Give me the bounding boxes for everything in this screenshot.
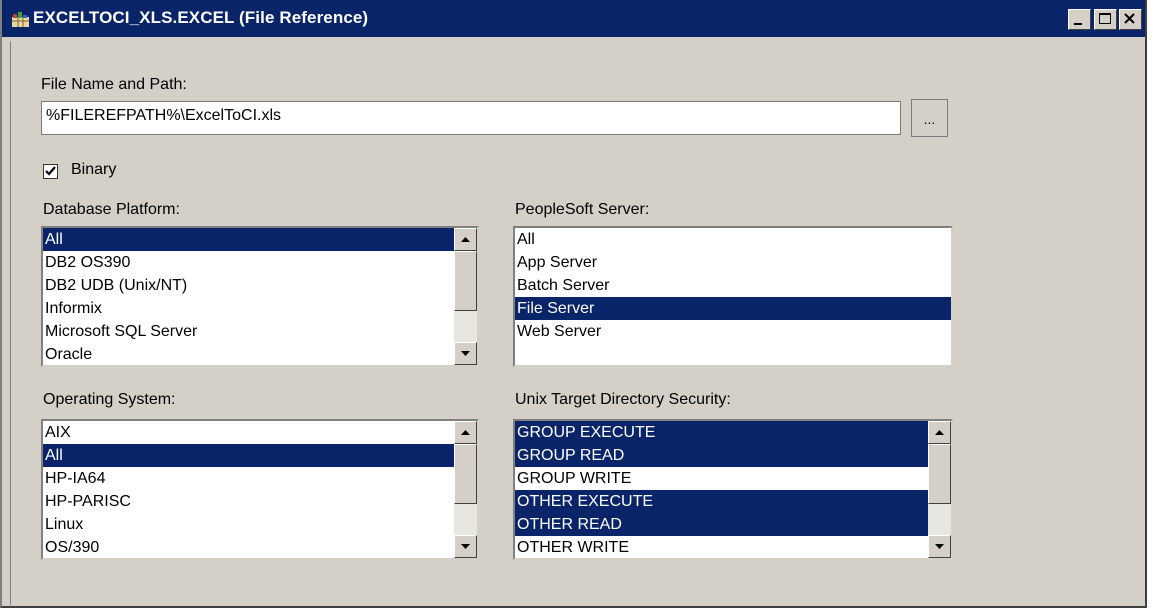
operating-system-scrollbar[interactable]	[454, 421, 477, 558]
list-item[interactable]: File Server	[515, 297, 951, 320]
close-button[interactable]	[1119, 9, 1142, 30]
database-platform-list[interactable]: All DB2 OS390 DB2 UDB (Unix/NT) Informix Mic…	[41, 226, 479, 367]
scroll-down-button[interactable]	[454, 535, 477, 558]
list-item[interactable]: Oracle	[43, 343, 454, 365]
close-icon	[1124, 13, 1135, 24]
scroll-up-button[interactable]	[454, 421, 477, 444]
list-item[interactable]: Linux	[43, 513, 454, 536]
list-item[interactable]: DB2 UDB (Unix/NT)	[43, 274, 454, 297]
maximize-button[interactable]	[1094, 9, 1117, 30]
list-item[interactable]: All	[43, 228, 454, 251]
list-item[interactable]: HP-IA64	[43, 467, 454, 490]
list-item[interactable]: Web Server	[515, 320, 951, 343]
list-item[interactable]: OTHER READ	[515, 513, 928, 536]
list-item[interactable]: AIX	[43, 421, 454, 444]
scroll-thumb[interactable]	[454, 251, 477, 311]
arrow-down-icon	[935, 544, 944, 549]
list-item[interactable]: All	[515, 228, 951, 251]
scroll-thumb[interactable]	[928, 444, 951, 504]
database-platform-label: Database Platform:	[43, 201, 180, 218]
list-item[interactable]: GROUP READ	[515, 444, 928, 467]
app-icon	[12, 12, 29, 27]
file-reference-window: EXCELTOCI_XLS.EXCEL (File Reference) Fil…	[0, 0, 1147, 608]
unix-security-list[interactable]: GROUP EXECUTE GROUP READ GROUP WRITE OTHER …	[513, 419, 953, 560]
minimize-icon	[1074, 23, 1082, 25]
file-name-label: File Name and Path:	[41, 76, 187, 93]
list-item[interactable]: App Server	[515, 251, 951, 274]
operating-system-label: Operating System:	[43, 391, 176, 408]
arrow-down-icon	[461, 351, 470, 356]
binary-label: Binary	[71, 161, 117, 178]
peoplesoft-server-list[interactable]: All App Server Batch Server File Server Web …	[513, 226, 953, 367]
scroll-up-button[interactable]	[454, 228, 477, 251]
list-item[interactable]: OS/390	[43, 536, 454, 558]
arrow-up-icon	[461, 430, 470, 435]
scroll-thumb[interactable]	[454, 444, 477, 504]
list-item[interactable]: GROUP EXECUTE	[515, 421, 928, 444]
scroll-up-button[interactable]	[928, 421, 951, 444]
unix-security-scrollbar[interactable]	[928, 421, 951, 558]
list-item[interactable]: Microsoft SQL Server	[43, 320, 454, 343]
unix-security-label: Unix Target Directory Security:	[515, 391, 731, 408]
list-item[interactable]: Batch Server	[515, 274, 951, 297]
window-title: EXCELTOCI_XLS.EXCEL (File Reference)	[33, 8, 369, 27]
list-item[interactable]: OTHER EXECUTE	[515, 490, 928, 513]
list-item[interactable]: HP-PARISC	[43, 490, 454, 513]
list-item[interactable]: Informix	[43, 297, 454, 320]
arrow-down-icon	[461, 544, 470, 549]
maximize-icon	[1099, 13, 1111, 24]
operating-system-list[interactable]: AIX All HP-IA64 HP-PARISC Linux OS/390	[41, 419, 479, 560]
list-item[interactable]: OTHER WRITE	[515, 536, 928, 558]
database-platform-scrollbar[interactable]	[454, 228, 477, 365]
arrow-up-icon	[935, 430, 944, 435]
checkmark-icon	[45, 166, 56, 176]
scroll-down-button[interactable]	[928, 535, 951, 558]
scroll-down-button[interactable]	[454, 342, 477, 365]
file-path-input[interactable]: %FILEREFPATH%\ExcelToCI.xls	[41, 101, 901, 135]
list-item[interactable]: DB2 OS390	[43, 251, 454, 274]
browse-button[interactable]: ...	[911, 99, 948, 137]
arrow-up-icon	[461, 237, 470, 242]
title-bar[interactable]: EXCELTOCI_XLS.EXCEL (File Reference)	[2, 0, 1145, 39]
list-item[interactable]: All	[43, 444, 454, 467]
peoplesoft-server-label: PeopleSoft Server:	[515, 201, 650, 218]
list-item[interactable]: GROUP WRITE	[515, 467, 928, 490]
binary-checkbox[interactable]	[43, 164, 58, 179]
minimize-button[interactable]	[1068, 9, 1091, 30]
